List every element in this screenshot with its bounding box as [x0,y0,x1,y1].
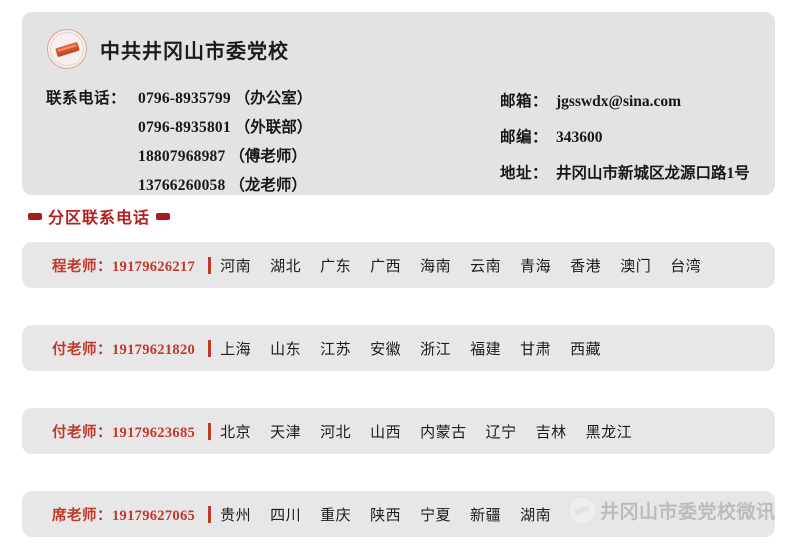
province-item: 天津 [270,422,302,441]
province-item: 浙江 [420,339,452,358]
province-item: 福建 [470,339,502,358]
page-root: 中共井冈山市委党校 联系电话： 0796-8935799 （办公室） 0796-… [0,0,800,548]
region-teacher: 程老师：19179626217 [52,255,195,276]
province-item: 河北 [320,422,352,441]
phone-number: 0796-8935799 [138,90,231,107]
province-item: 海南 [420,256,452,275]
region-teacher-phone: 19179626217 [112,258,196,275]
province-item: 香港 [570,256,602,275]
province-item: 上海 [220,339,252,358]
phone-note: （傅老师） [229,148,307,165]
province-item: 西藏 [570,339,602,358]
phone-number: 0796-8935801 [138,119,231,136]
province-item: 湖北 [270,256,302,275]
province-item: 贵州 [220,505,252,524]
red-rect-marker-icon-right [156,212,171,220]
contact-details: 联系电话： 0796-8935799 （办公室） 0796-8935801 （外… [22,84,775,200]
province-item: 台湾 [670,256,702,275]
phone-value: 18807968987 （傅老师） [138,142,466,171]
province-item: 青海 [520,256,552,275]
phone-row: 13766260058 （龙老师） [46,171,466,200]
region-teacher: 付老师：19179621820 [52,338,195,359]
region-province-list: 上海 山东 江苏 安徽 浙江 福建 甘肃 西藏 [220,338,775,359]
region-teacher-phone: 19179623685 [112,424,196,441]
province-item: 四川 [270,505,302,524]
organization-header: 中共井冈山市委党校 [46,28,289,70]
province-item: 江苏 [320,339,352,358]
region-teacher-name: 付老师： [52,424,112,441]
province-item: 内蒙古 [420,422,467,441]
phone-label: 联系电话： [46,90,127,107]
province-item: 甘肃 [520,339,552,358]
phone-note: （外联部） [234,119,313,136]
phone-label-spacer [46,171,138,200]
province-item: 黑龙江 [585,422,633,441]
phone-number: 18807968987 [138,148,226,165]
province-item: 澳门 [620,256,652,275]
region-province-list: 北京 天津 河北 山西 内蒙古 辽宁 吉林 黑龙江 [220,421,775,442]
vertical-divider-icon [208,422,212,440]
province-item: 辽宁 [485,422,517,441]
region-province-list: 贵州 四川 重庆 陕西 宁夏 新疆 湖南 [220,504,775,525]
postcode-value: 343600 [556,129,603,146]
province-item: 广西 [370,256,402,275]
postcode-label: 邮编： [500,129,549,146]
section-heading-label: 分区联系电话 [48,210,151,227]
address-value: 井冈山市新城区龙源口路1号 [556,165,750,182]
address-row: 地址： 井冈山市新城区龙源口路1号 [500,156,751,192]
phone-note: （龙老师） [229,177,307,194]
province-item: 山西 [370,422,402,441]
phone-note: （办公室） [234,90,313,107]
region-contact-row[interactable]: 程老师：19179626217 河南 湖北 广东 广西 海南 云南 青海 香港 … [22,242,775,288]
region-teacher-name: 程老师： [52,258,112,275]
phone-row: 0796-8935801 （外联部） [46,113,466,142]
section-heading: 分区联系电话 [28,204,171,228]
province-item: 重庆 [320,505,352,524]
phone-value: 0796-8935799 （办公室） [138,84,466,113]
region-teacher: 付老师：19179623685 [52,421,195,442]
email-label: 邮箱： [500,93,549,110]
region-province-list: 河南 湖北 广东 广西 海南 云南 青海 香港 澳门 台湾 [220,255,775,276]
vertical-divider-icon [208,339,212,357]
red-rect-marker-icon-left [28,212,42,220]
region-contact-row[interactable]: 席老师：19179627065 贵州 四川 重庆 陕西 宁夏 新疆 湖南 [22,491,775,537]
province-item: 山东 [270,339,302,358]
region-teacher-name: 付老师： [52,341,112,358]
province-item: 广东 [320,256,352,275]
region-contact-row[interactable]: 付老师：19179621820 上海 山东 江苏 安徽 浙江 福建 甘肃 西藏 [22,325,775,371]
province-item: 陕西 [370,505,402,524]
address-label: 地址： [500,165,549,182]
vertical-divider-icon [208,256,212,274]
region-teacher: 席老师：19179627065 [52,504,195,525]
region-teacher-name: 席老师： [52,507,112,524]
phone-row: 18807968987 （傅老师） [46,142,466,171]
region-teacher-phone: 19179627065 [112,507,196,524]
postcode-row: 邮编： 343600 [500,120,751,156]
vertical-divider-icon [208,505,212,523]
province-item: 湖南 [520,505,552,524]
phone-value: 0796-8935801 （外联部） [138,113,466,142]
province-item: 云南 [470,256,502,275]
contact-phone-column: 联系电话： 0796-8935799 （办公室） 0796-8935801 （外… [46,84,466,200]
phone-label-spacer [46,142,138,171]
region-teacher-phone: 19179621820 [112,341,196,358]
phone-label-spacer [46,113,138,142]
phone-row: 联系电话： 0796-8935799 （办公室） [46,84,466,113]
province-item: 吉林 [535,422,567,441]
circular-seal-icon [46,28,88,70]
province-item: 新疆 [470,505,502,524]
organization-name: 中共井冈山市委党校 [100,40,289,63]
email-value: jgsswdx@sina.com [556,93,682,110]
phone-number: 13766260058 [138,177,226,194]
region-contact-row[interactable]: 付老师：19179623685 北京 天津 河北 山西 内蒙古 辽宁 吉林 黑龙… [22,408,775,454]
email-row: 邮箱： jgsswdx@sina.com [500,84,751,120]
province-item: 安徽 [370,339,402,358]
phone-value: 13766260058 （龙老师） [138,171,466,200]
organization-info-card: 中共井冈山市委党校 联系电话： 0796-8935799 （办公室） 0796-… [22,12,775,195]
province-item: 北京 [220,422,252,441]
contact-other-column: 邮箱： jgsswdx@sina.com 邮编： 343600 地址： 井冈山市… [466,84,751,200]
province-item: 河南 [220,256,252,275]
province-item: 宁夏 [420,505,452,524]
